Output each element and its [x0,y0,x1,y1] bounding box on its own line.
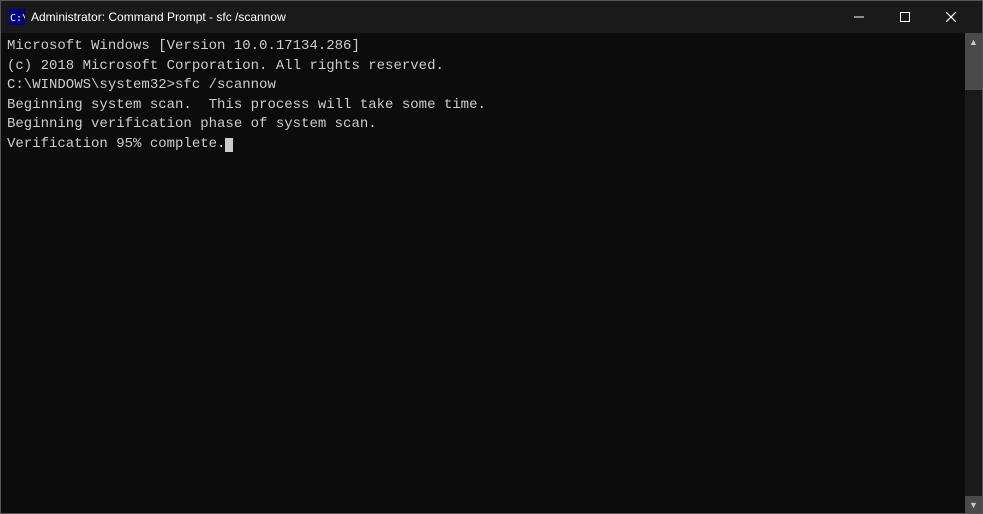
terminal-line: (c) 2018 Microsoft Corporation. All righ… [7,57,959,77]
terminal-line: Verification 95% complete. [7,135,959,155]
scroll-down-arrow[interactable]: ▼ [965,496,982,513]
scroll-up-arrow[interactable]: ▲ [965,33,982,50]
terminal-output[interactable]: Microsoft Windows [Version 10.0.17134.28… [1,33,965,513]
scrollbar[interactable]: ▲ ▼ [965,33,982,513]
maximize-button[interactable] [882,1,928,33]
cmd-icon: C:\ [9,9,25,25]
window: C:\ Administrator: Command Prompt - sfc … [0,0,983,514]
scrollbar-thumb[interactable] [965,50,982,90]
terminal-line: Beginning system scan. This process will… [7,96,959,116]
titlebar: C:\ Administrator: Command Prompt - sfc … [1,1,982,33]
content-area: Microsoft Windows [Version 10.0.17134.28… [1,33,982,513]
window-title: Administrator: Command Prompt - sfc /sca… [31,10,836,24]
terminal-cursor [225,138,233,152]
close-button[interactable] [928,1,974,33]
terminal-line: C:\WINDOWS\system32>sfc /scannow [7,76,959,96]
svg-text:C:\: C:\ [10,13,25,24]
scrollbar-track[interactable] [965,50,982,496]
terminal-line: Microsoft Windows [Version 10.0.17134.28… [7,37,959,57]
minimize-button[interactable] [836,1,882,33]
titlebar-controls [836,1,974,33]
terminal-line: Beginning verification phase of system s… [7,115,959,135]
